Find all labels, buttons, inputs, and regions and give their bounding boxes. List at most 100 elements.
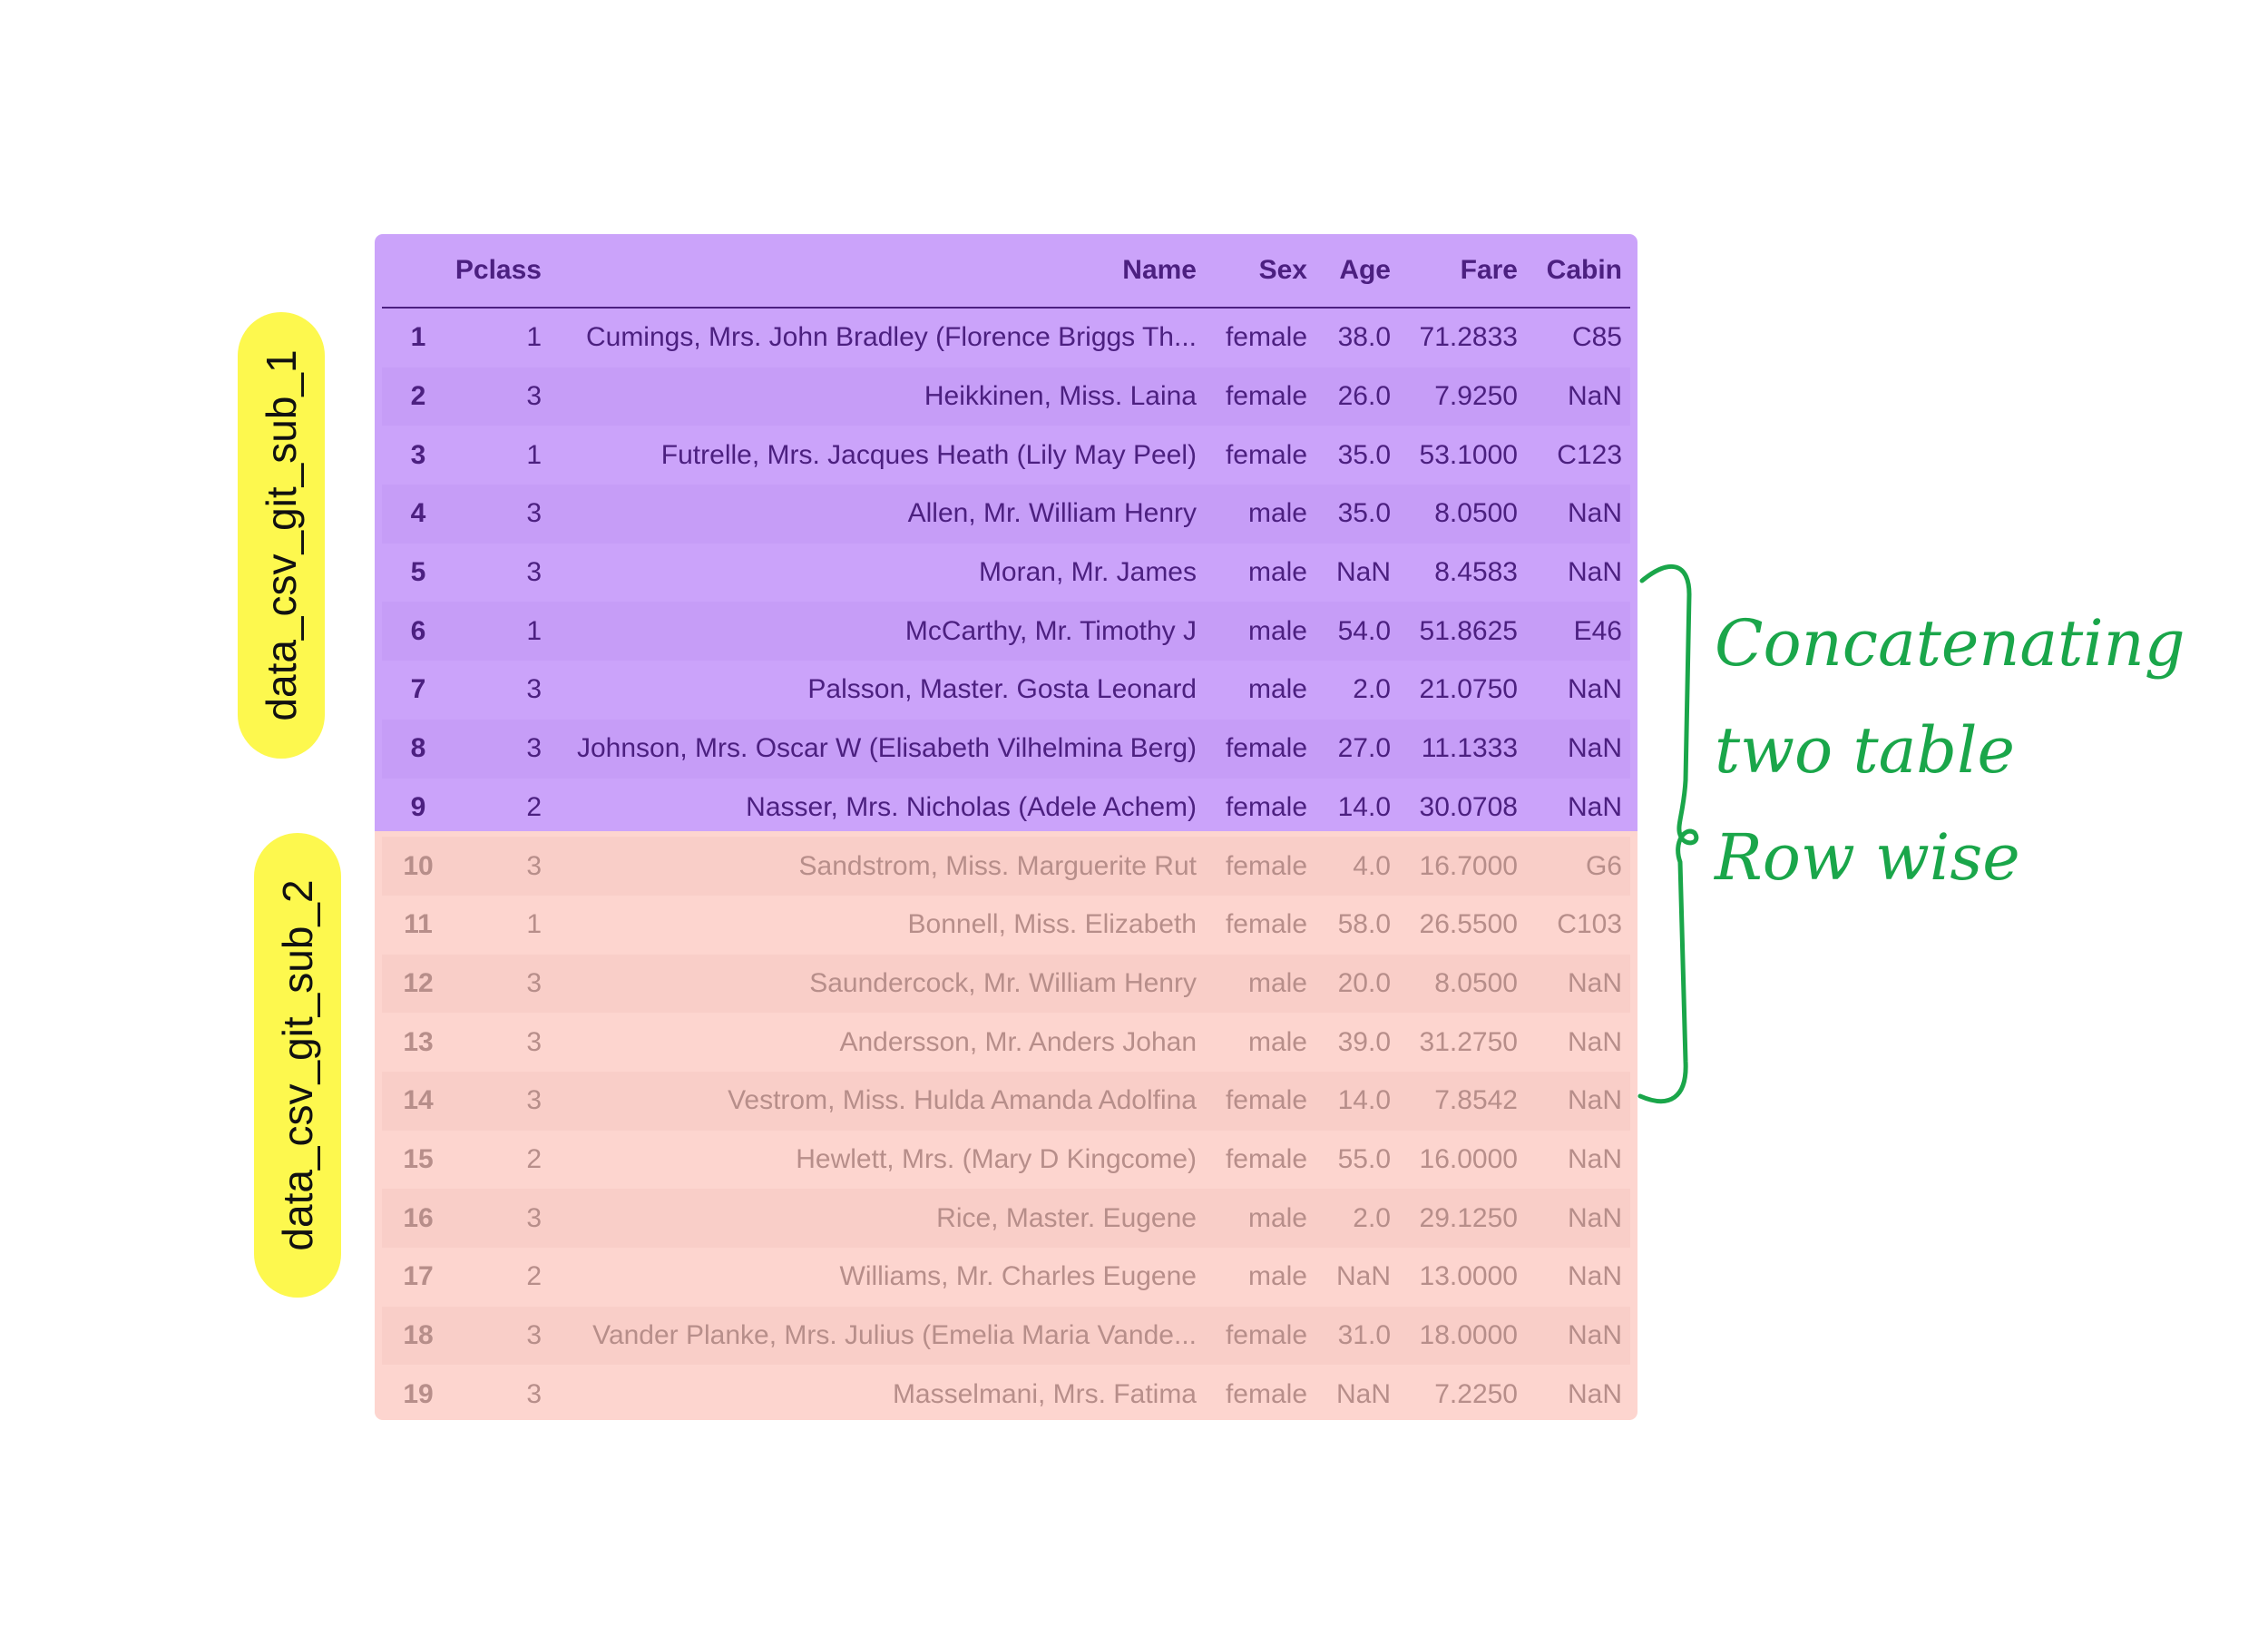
table-row: 17 2 Williams, Mr. Charles Eugene male NaN 13… xyxy=(382,1248,1630,1307)
cell-name: Vestrom, Miss. Hulda Amanda Adolfina xyxy=(728,1085,1197,1116)
cell-age: 27.0 xyxy=(1337,733,1391,764)
table-row: 12 3 Saundercock, Mr. William Henry male 20.… xyxy=(382,954,1630,1014)
cell-name: Andersson, Mr. Anders Johan xyxy=(839,1026,1197,1057)
cell-cabin: NaN xyxy=(1567,674,1622,705)
table-row: 16 3 Rice, Master. Eugene male 2.0 29.1250 NaN xyxy=(382,1189,1630,1248)
table-row: 9 2 Nasser, Mrs. Nicholas (Adele Achem) fem… xyxy=(382,779,1630,838)
table-row: 11 1 Bonnell, Miss. Elizabeth female 58.0 26.… xyxy=(382,896,1630,955)
row-index: 10 xyxy=(403,850,434,881)
cell-name: Rice, Master. Eugene xyxy=(936,1202,1197,1233)
canvas: data_csv_git_sub_1 data_csv_git_sub_2 Pc… xyxy=(0,0,2268,1646)
row-index: 1 xyxy=(410,322,426,353)
cell-name: Saundercock, Mr. William Henry xyxy=(809,967,1197,998)
cell-sex: male xyxy=(1247,498,1307,529)
cell-age: 14.0 xyxy=(1337,1085,1391,1116)
row-index: 5 xyxy=(410,557,426,588)
cell-pclass: 3 xyxy=(526,674,542,705)
cell-fare: 30.0708 xyxy=(1419,791,1518,822)
cell-age: 2.0 xyxy=(1353,674,1391,705)
cell-fare: 7.2250 xyxy=(1434,1378,1518,1409)
header-sex: Sex xyxy=(1205,234,1315,309)
header-fare: Fare xyxy=(1399,234,1526,309)
table-row: 15 2 Hewlett, Mrs. (Mary D Kingcome) female… xyxy=(382,1131,1630,1190)
header-age: Age xyxy=(1315,234,1399,309)
table-row: 4 3 Allen, Mr. William Henry male 35.0 8.0500… xyxy=(382,485,1630,544)
curly-brace-icon xyxy=(1637,563,1699,1104)
header-name: Name xyxy=(550,234,1205,309)
cell-pclass: 3 xyxy=(526,733,542,764)
cell-name: Futrelle, Mrs. Jacques Heath (Lily May P… xyxy=(660,439,1197,470)
cell-sex: female xyxy=(1225,1143,1307,1174)
cell-sex: female xyxy=(1225,439,1307,470)
cell-sex: female xyxy=(1225,1320,1307,1351)
row-index: 3 xyxy=(410,439,426,470)
cell-fare: 26.5500 xyxy=(1419,909,1518,940)
cell-sex: male xyxy=(1247,615,1307,646)
cell-fare: 7.8542 xyxy=(1434,1085,1518,1116)
cell-pclass: 3 xyxy=(526,381,542,412)
cell-age: 58.0 xyxy=(1337,909,1391,940)
cell-age: NaN xyxy=(1335,557,1391,588)
cell-fare: 18.0000 xyxy=(1419,1320,1518,1351)
cell-fare: 16.7000 xyxy=(1419,850,1518,881)
cell-cabin: C103 xyxy=(1557,909,1622,940)
cell-fare: 53.1000 xyxy=(1419,439,1518,470)
cell-name: Cumings, Mrs. John Bradley (Florence Bri… xyxy=(585,322,1197,353)
row-index: 13 xyxy=(403,1026,434,1057)
cell-cabin: NaN xyxy=(1567,557,1622,588)
table-row: 13 3 Andersson, Mr. Anders Johan male 39.0 31… xyxy=(382,1013,1630,1072)
table-row: 18 3 Vander Planke, Mrs. Julius (Emelia Ma… xyxy=(382,1306,1630,1366)
cell-age: 39.0 xyxy=(1337,1026,1391,1057)
cell-name: Nasser, Mrs. Nicholas (Adele Achem) xyxy=(746,791,1197,822)
cell-pclass: 3 xyxy=(526,967,542,998)
cell-age: 38.0 xyxy=(1337,322,1391,353)
cell-name: McCarthy, Mr. Timothy J xyxy=(904,615,1197,646)
cell-cabin: NaN xyxy=(1567,1261,1622,1292)
cell-fare: 16.0000 xyxy=(1419,1143,1518,1174)
cell-cabin: NaN xyxy=(1567,1320,1622,1351)
cell-age: 55.0 xyxy=(1337,1143,1391,1174)
label-sub-2-text: data_csv_git_sub_2 xyxy=(274,879,321,1251)
annotation-note: Concatenating two table Row wise xyxy=(1715,590,2185,911)
cell-cabin: C123 xyxy=(1557,439,1622,470)
cell-pclass: 3 xyxy=(526,1085,542,1116)
cell-sex: male xyxy=(1247,674,1307,705)
cell-cabin: NaN xyxy=(1567,1026,1622,1057)
cell-pclass: 1 xyxy=(526,439,542,470)
cell-pclass: 3 xyxy=(526,1320,542,1351)
header-pclass: Pclass xyxy=(455,234,550,309)
cell-fare: 21.0750 xyxy=(1419,674,1518,705)
label-sub-1-text: data_csv_git_sub_1 xyxy=(258,349,305,721)
cell-pclass: 1 xyxy=(526,909,542,940)
cell-cabin: NaN xyxy=(1567,1202,1622,1233)
cell-name: Heikkinen, Miss. Laina xyxy=(924,381,1197,412)
header-index xyxy=(382,234,455,309)
cell-name: Williams, Mr. Charles Eugene xyxy=(839,1261,1197,1292)
dataframe-table: Pclass Name Sex Age Fare Cabin 1 1 Cumings… xyxy=(382,234,1630,1424)
cell-age: 35.0 xyxy=(1337,439,1391,470)
row-index: 11 xyxy=(404,909,433,940)
table-row: 10 3 Sandstrom, Miss. Marguerite Rut female… xyxy=(382,837,1630,896)
cell-sex: male xyxy=(1247,1202,1307,1233)
cell-age: 14.0 xyxy=(1337,791,1391,822)
cell-age: 4.0 xyxy=(1353,850,1391,881)
table-row: 8 3 Johnson, Mrs. Oscar W (Elisabeth Vilhe… xyxy=(382,719,1630,779)
cell-fare: 8.0500 xyxy=(1434,967,1518,998)
cell-pclass: 3 xyxy=(526,850,542,881)
cell-cabin: C85 xyxy=(1571,322,1622,353)
cell-cabin: G6 xyxy=(1585,850,1622,881)
cell-pclass: 3 xyxy=(526,1202,542,1233)
highlight-label-sub-2: data_csv_git_sub_2 xyxy=(254,833,341,1298)
cell-name: Hewlett, Mrs. (Mary D Kingcome) xyxy=(796,1143,1197,1174)
cell-name: Masselmani, Mrs. Fatima xyxy=(892,1378,1197,1409)
cell-name: Moran, Mr. James xyxy=(978,557,1197,588)
cell-fare: 8.4583 xyxy=(1434,557,1518,588)
cell-fare: 29.1250 xyxy=(1419,1202,1518,1233)
table-row: 19 3 Masselmani, Mrs. Fatima female NaN 7.225… xyxy=(382,1365,1630,1424)
cell-cabin: NaN xyxy=(1567,498,1622,529)
row-index: 7 xyxy=(410,674,426,705)
cell-age: 35.0 xyxy=(1337,498,1391,529)
cell-fare: 7.9250 xyxy=(1434,381,1518,412)
highlight-label-sub-1: data_csv_git_sub_1 xyxy=(238,312,325,759)
cell-age: 31.0 xyxy=(1337,1320,1391,1351)
